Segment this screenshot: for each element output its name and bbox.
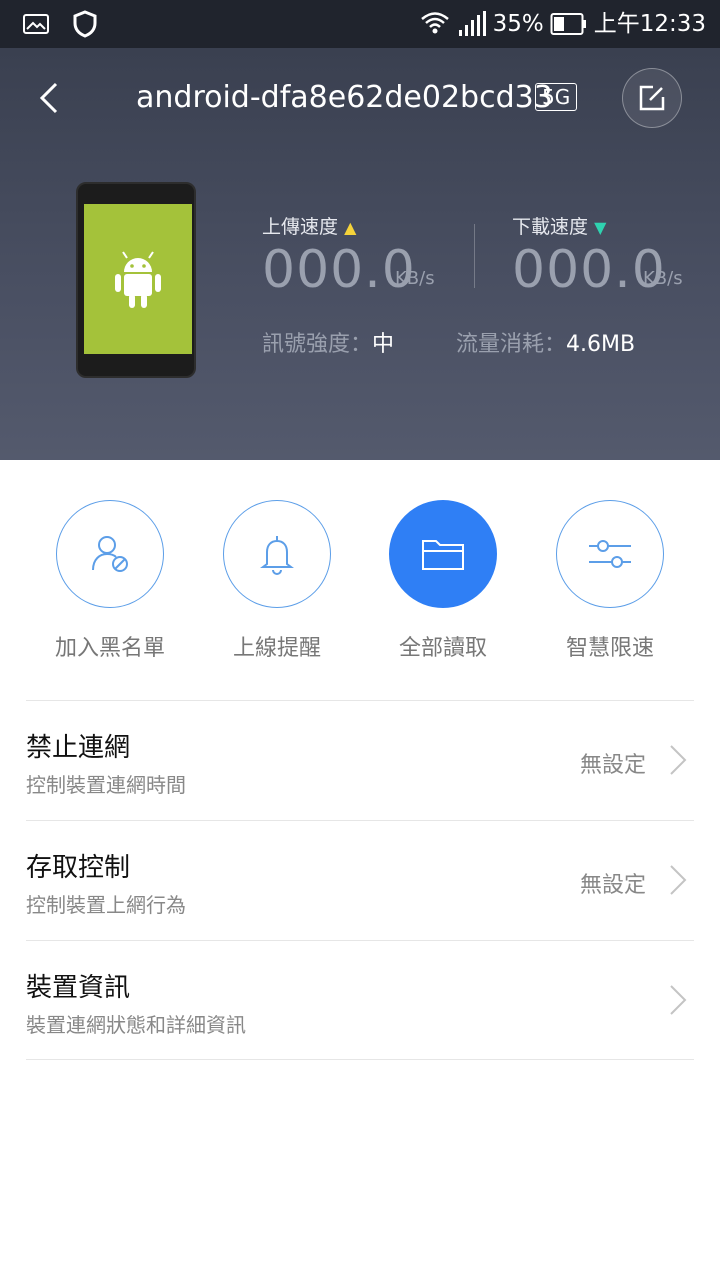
signal-strength: 訊號強度：中 xyxy=(262,332,395,357)
chevron-right-icon xyxy=(670,745,687,775)
row-title: 禁止連網 xyxy=(26,733,131,763)
upload-speed-label: 上傳速度 ▲ xyxy=(262,216,357,238)
download-arrow-icon: ▼ xyxy=(594,218,607,237)
action-online-alert[interactable]: 上線提醒 xyxy=(222,500,332,662)
wifi-icon xyxy=(420,12,449,34)
quick-actions: 加入黑名單 上線提醒 全部讀取 智慧限速 xyxy=(0,500,720,670)
action-smart-limit[interactable]: 智慧限速 xyxy=(555,500,665,662)
row-value: 無設定 xyxy=(579,873,646,898)
row-title: 存取控制 xyxy=(26,853,131,883)
blacklist-button[interactable] xyxy=(56,500,164,608)
back-arrow-icon[interactable] xyxy=(30,76,70,120)
chevron-right-icon xyxy=(670,985,687,1015)
device-header: android-dfa8e62de02bcd33 5G 上傳速度 ▲ 000.0… xyxy=(0,48,720,460)
shield-icon xyxy=(73,10,97,38)
action-read-all[interactable]: 全部讀取 xyxy=(388,500,498,662)
upload-speed-value: 000.0 xyxy=(262,240,416,300)
chevron-right-icon xyxy=(670,865,687,895)
device-name: android-dfa8e62de02bcd33 xyxy=(136,80,553,115)
battery-percent: 35% xyxy=(492,11,544,37)
battery-icon xyxy=(550,13,586,35)
action-label: 全部讀取 xyxy=(398,636,487,661)
sliders-icon xyxy=(589,540,631,568)
read-all-button[interactable] xyxy=(389,500,497,608)
action-blacklist[interactable]: 加入黑名單 xyxy=(55,500,165,662)
row-subtitle: 控制裝置上網行為 xyxy=(26,893,186,917)
list-item-block-network[interactable]: 禁止連網 控制裝置連網時間 無設定 xyxy=(26,700,694,820)
action-label: 上線提醒 xyxy=(232,636,321,661)
download-speed-unit: KB/s xyxy=(643,268,683,289)
row-subtitle: 裝置連網狀態和詳細資訊 xyxy=(26,1013,246,1037)
image-icon xyxy=(23,14,49,34)
block-user-icon xyxy=(92,536,128,572)
speed-divider xyxy=(474,224,475,288)
bell-icon xyxy=(260,536,294,575)
row-value: 無設定 xyxy=(579,753,646,778)
signal-icon xyxy=(458,11,486,36)
settings-list: 禁止連網 控制裝置連網時間 無設定 存取控制 控制裝置上網行為 無設定 裝置資訊… xyxy=(26,700,694,1060)
folder-icon xyxy=(422,540,464,570)
edit-button[interactable] xyxy=(622,68,682,128)
traffic-usage: 流量消耗：4.6MB xyxy=(456,332,636,357)
edit-icon xyxy=(639,85,665,111)
status-bar: 35% 上午12:33 xyxy=(0,0,720,48)
android-icon xyxy=(115,251,161,308)
upload-speed-unit: KB/s xyxy=(395,268,435,289)
download-speed-label: 下載速度 ▼ xyxy=(512,216,607,238)
action-label: 智慧限速 xyxy=(565,636,654,661)
band-badge: 5G xyxy=(535,83,578,111)
row-subtitle: 控制裝置連網時間 xyxy=(26,773,186,797)
device-illustration xyxy=(76,182,196,378)
smart-limit-button[interactable] xyxy=(556,500,664,608)
list-item-access-control[interactable]: 存取控制 控制裝置上網行為 無設定 xyxy=(26,820,694,940)
action-label: 加入黑名單 xyxy=(54,636,165,661)
list-item-device-info[interactable]: 裝置資訊 裝置連網狀態和詳細資訊 xyxy=(26,940,694,1060)
clock: 上午12:33 xyxy=(593,11,706,37)
online-alert-button[interactable] xyxy=(223,500,331,608)
upload-arrow-icon: ▲ xyxy=(344,218,357,237)
row-title: 裝置資訊 xyxy=(26,973,131,1003)
